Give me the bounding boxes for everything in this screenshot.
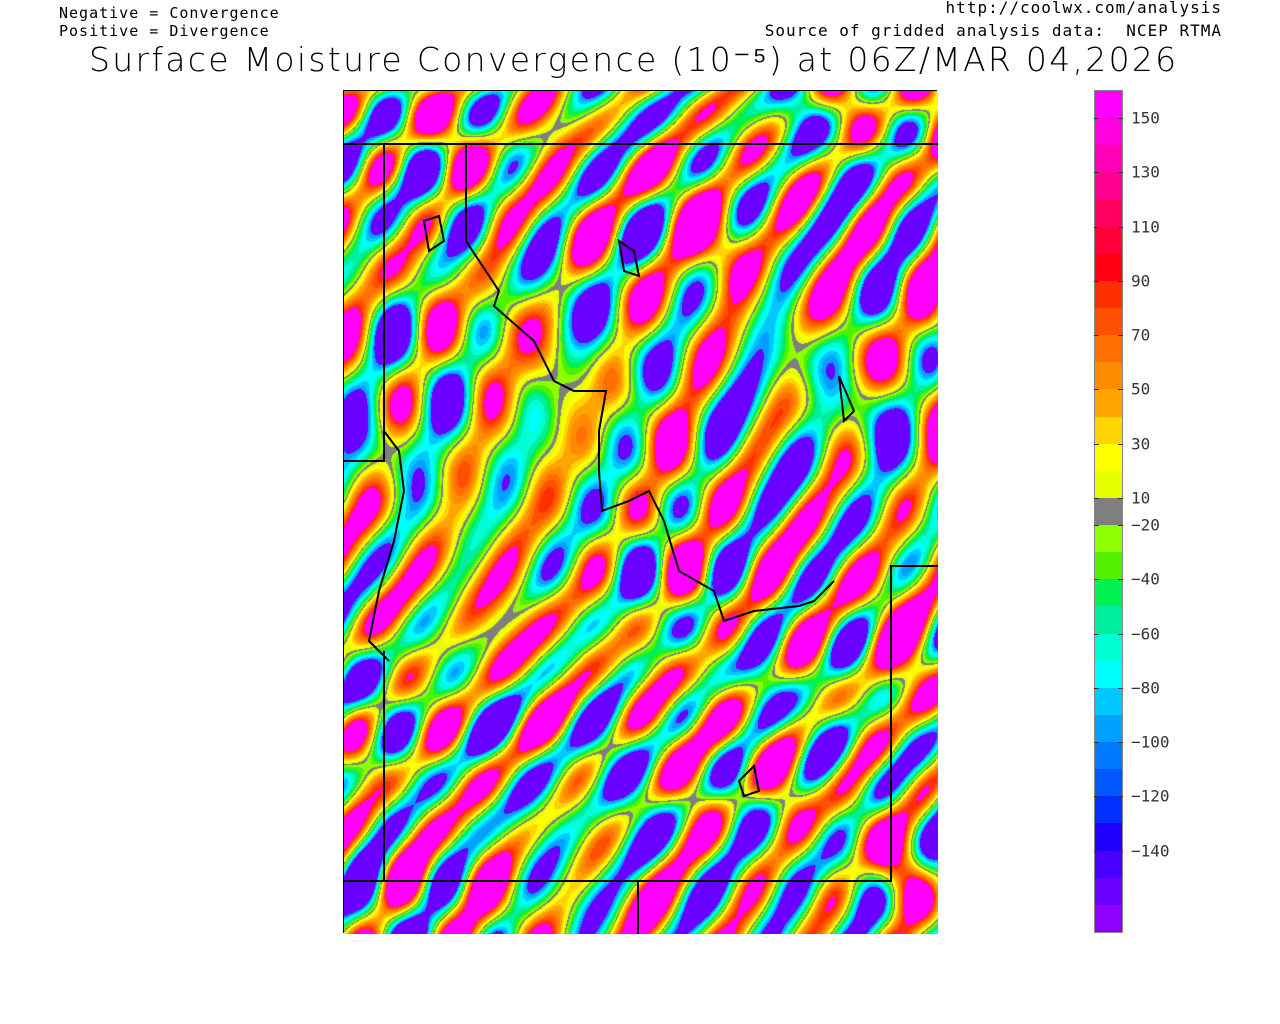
border-west-upper <box>344 144 385 462</box>
colorbar-segment <box>1095 91 1122 119</box>
colorbar-segment <box>1095 633 1122 661</box>
border-river <box>367 430 406 662</box>
colorbar-tick-label: 130 <box>1131 162 1160 182</box>
colorbar-tick-label: 30 <box>1131 434 1151 454</box>
colorbar-segment <box>1095 877 1122 905</box>
colorbar-tick-mark <box>1094 497 1123 499</box>
colorbar-segment <box>1095 850 1122 878</box>
colorbar-segment <box>1095 172 1122 200</box>
colorbar-tick-label: −80 <box>1131 678 1160 698</box>
colorbar-segment <box>1095 416 1122 444</box>
colorbar-segment <box>1095 497 1122 525</box>
colorbar-tick-mark <box>1094 280 1123 282</box>
colorbar-tick-label: −120 <box>1131 786 1170 806</box>
map-title: Surface Moisture Convergence (10⁻⁵) at 0… <box>89 40 1179 79</box>
colorbar-tick-label: 70 <box>1131 325 1151 345</box>
colorbar-tick-mark <box>1094 633 1123 635</box>
colorbar-tick-mark <box>1094 687 1123 689</box>
colorbar-tick-label: 150 <box>1131 108 1160 128</box>
colorbar-tick-mark <box>1094 525 1123 527</box>
colorbar-segment <box>1095 769 1122 797</box>
colorbar-tick-label: −140 <box>1131 841 1170 861</box>
colorbar-tick-label: −20 <box>1131 515 1160 535</box>
colorbar-tick-label: 110 <box>1131 217 1160 237</box>
colorbar-segment <box>1095 742 1122 770</box>
colorbar-segment <box>1095 280 1122 308</box>
colorbar-tick-mark <box>1094 335 1123 337</box>
colorbar-segment <box>1095 606 1122 634</box>
colorbar-segment <box>1095 823 1122 851</box>
colorbar-segment <box>1095 904 1122 932</box>
border-idaho <box>465 144 835 623</box>
colorbar-tick-mark <box>1094 389 1123 391</box>
colorbar-tick-label: 50 <box>1131 379 1151 399</box>
colorbar-tick-label: −40 <box>1131 569 1160 589</box>
colorbar-tick-label: −60 <box>1131 624 1160 644</box>
colorbar-tick-mark <box>1094 579 1123 581</box>
colorbar-tick-mark <box>1094 742 1123 744</box>
colorbar-segment <box>1095 579 1122 607</box>
colorbar-segment <box>1095 362 1122 390</box>
colorbar-segment <box>1095 199 1122 227</box>
colorbar-segment <box>1095 687 1122 715</box>
source-url: http://coolwx.com/analysis <box>945 0 1222 17</box>
legend-negative-note: Negative = Convergence <box>59 4 280 22</box>
legend-positive-note: Positive = Divergence <box>59 22 270 40</box>
colorbar-segment <box>1095 226 1122 254</box>
colorbar-tick-label: 90 <box>1131 271 1151 291</box>
colorbar-segment <box>1095 660 1122 688</box>
source-data-note: Source of gridded analysis data: NCEP RT… <box>764 21 1222 40</box>
colorbar-tick-mark <box>1094 172 1123 174</box>
colorbar-tick-label: 10 <box>1131 488 1151 508</box>
colorbar-segment <box>1095 443 1122 471</box>
colorbar-segment <box>1095 335 1122 363</box>
colorbar-segment <box>1095 118 1122 146</box>
colorbar-tick-mark <box>1094 226 1123 228</box>
colorbar-segment <box>1095 145 1122 173</box>
colorbar-segment <box>1095 714 1122 742</box>
colorbar-tick-mark <box>1094 443 1123 445</box>
colorbar-tick-mark <box>1094 118 1123 120</box>
colorbar-segment <box>1095 552 1122 580</box>
colorbar-segment <box>1095 796 1122 824</box>
border-south <box>344 565 938 882</box>
colorbar-tick-mark <box>1094 850 1123 852</box>
colorbar-tick-label: −100 <box>1131 732 1170 752</box>
colorbar-segment <box>1095 470 1122 498</box>
colorbar-segment <box>1095 253 1122 281</box>
moisture-convergence-map <box>343 90 938 934</box>
colorbar-segment <box>1095 308 1122 336</box>
state-borders <box>344 143 938 934</box>
colorbar-tick-mark <box>1094 796 1123 798</box>
colorbar-segment <box>1095 389 1122 417</box>
lake-outline <box>422 214 856 798</box>
colorbar-segment <box>1095 525 1122 553</box>
colorbar <box>1094 90 1123 933</box>
